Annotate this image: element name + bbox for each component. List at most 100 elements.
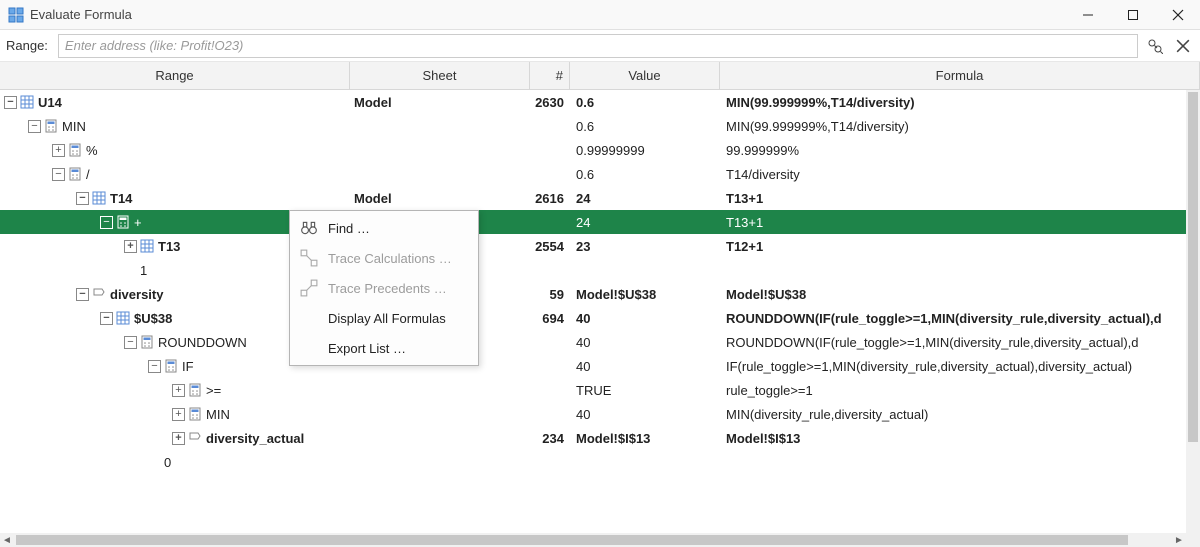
find-icon[interactable]	[1144, 35, 1166, 57]
calc-icon	[188, 407, 202, 421]
range-input[interactable]	[58, 34, 1138, 58]
range-label: Range:	[6, 38, 48, 53]
calc-icon	[68, 143, 82, 157]
tree-row[interactable]: −diversity59Model!$U$38Model!$U$38	[0, 282, 1186, 306]
tree-row[interactable]: −IF40IF(rule_toggle>=1,MIN(diversity_rul…	[0, 354, 1186, 378]
minimize-button[interactable]	[1065, 0, 1110, 30]
node-label: MIN	[62, 119, 86, 134]
node-label: diversity_actual	[206, 431, 304, 446]
num-cell	[530, 330, 570, 354]
tree-row[interactable]: +>=TRUErule_toggle>=1	[0, 378, 1186, 402]
collapse-toggle[interactable]: −	[52, 168, 65, 181]
sheet-cell	[350, 162, 530, 186]
node-label: %	[86, 143, 98, 158]
ctx-export-list[interactable]: Export List …	[290, 333, 478, 363]
collapse-toggle[interactable]: −	[124, 336, 137, 349]
value-cell: 0.99999999	[570, 138, 720, 162]
sheet-cell: Model	[350, 186, 530, 210]
formula-cell: T12+1	[720, 234, 1186, 258]
ctx-trace-precedents: Trace Precedents …	[290, 273, 478, 303]
node-label: MIN	[206, 407, 230, 422]
num-cell: 2616	[530, 186, 570, 210]
formula-cell: MIN(99.999999%,T14/diversity)	[720, 114, 1186, 138]
maximize-button[interactable]	[1110, 0, 1155, 30]
node-label: T14	[110, 191, 132, 206]
value-cell: 40	[570, 330, 720, 354]
col-num[interactable]: #	[530, 62, 570, 89]
collapse-toggle[interactable]: −	[28, 120, 41, 133]
sheet-cell	[350, 138, 530, 162]
expand-toggle[interactable]: +	[172, 432, 185, 445]
tree-grid[interactable]: −U14Model26300.6MIN(99.999999%,T14/diver…	[0, 90, 1186, 533]
num-cell	[530, 138, 570, 162]
col-range[interactable]: Range	[0, 62, 350, 89]
expand-toggle[interactable]: +	[172, 384, 185, 397]
tree-row[interactable]: +diversity_actual234Model!$I$13Model!$I$…	[0, 426, 1186, 450]
tree-row[interactable]: −/0.6T14/diversity	[0, 162, 1186, 186]
col-sheet[interactable]: Sheet	[350, 62, 530, 89]
col-value[interactable]: Value	[570, 62, 720, 89]
tree-row[interactable]: −$U$3869440ROUNDDOWN(IF(rule_toggle>=1,M…	[0, 306, 1186, 330]
expand-toggle[interactable]: +	[52, 144, 65, 157]
num-cell	[530, 258, 570, 282]
collapse-toggle[interactable]: −	[100, 312, 113, 325]
col-formula[interactable]: Formula	[720, 62, 1200, 89]
tree-row[interactable]: −MIN0.6MIN(99.999999%,T14/diversity)	[0, 114, 1186, 138]
num-cell	[530, 354, 570, 378]
value-cell	[570, 450, 720, 474]
ctx-export-list-label: Export List …	[328, 341, 406, 356]
num-cell	[530, 402, 570, 426]
node-label: U14	[38, 95, 62, 110]
value-cell: TRUE	[570, 378, 720, 402]
tree-row[interactable]: −T14Model261624T13+1	[0, 186, 1186, 210]
close-panel-icon[interactable]	[1172, 35, 1194, 57]
calc-icon	[116, 215, 130, 229]
collapse-toggle[interactable]: −	[100, 216, 113, 229]
grid-icon	[140, 239, 154, 253]
formula-cell	[720, 450, 1186, 474]
tree-row[interactable]: +MIN40MIN(diversity_rule,diversity_actua…	[0, 402, 1186, 426]
value-cell: Model!$U$38	[570, 282, 720, 306]
collapse-toggle[interactable]: −	[4, 96, 17, 109]
expand-toggle[interactable]: +	[172, 408, 185, 421]
ctx-trace-calc-label: Trace Calculations …	[328, 251, 452, 266]
tree-row[interactable]: 1	[0, 258, 1186, 282]
context-menu: Find … Trace Calculations … Trace Preced…	[289, 210, 479, 366]
num-cell	[530, 450, 570, 474]
tree-row[interactable]: +T13255423T12+1	[0, 234, 1186, 258]
node-label: ROUNDDOWN	[158, 335, 247, 350]
calc-icon	[68, 167, 82, 181]
collapse-toggle[interactable]: −	[148, 360, 161, 373]
tree-row[interactable]: −+24T13+1	[0, 210, 1186, 234]
formula-cell: T13+1	[720, 210, 1186, 234]
expand-toggle[interactable]: +	[124, 240, 137, 253]
horizontal-scrollbar[interactable]: ◄►	[0, 533, 1186, 547]
formula-cell	[720, 258, 1186, 282]
tree-row[interactable]: −ROUNDDOWN40ROUNDDOWN(IF(rule_toggle>=1,…	[0, 330, 1186, 354]
calc-icon	[140, 335, 154, 349]
value-cell: 24	[570, 186, 720, 210]
blank-icon	[300, 339, 318, 357]
node-label: +	[134, 215, 142, 230]
tree-row[interactable]: +% 0.9999999999.999999%	[0, 138, 1186, 162]
ctx-find-label: Find …	[328, 221, 370, 236]
num-cell: 2554	[530, 234, 570, 258]
sheet-cell	[350, 114, 530, 138]
tree-row[interactable]: 0	[0, 450, 1186, 474]
vertical-scrollbar[interactable]	[1186, 90, 1200, 533]
num-cell: 59	[530, 282, 570, 306]
node-label: T13	[158, 239, 180, 254]
tree-row[interactable]: −U14Model26300.6MIN(99.999999%,T14/diver…	[0, 90, 1186, 114]
collapse-toggle[interactable]: −	[76, 288, 89, 301]
grid-icon	[116, 311, 130, 325]
sheet-cell	[350, 378, 530, 402]
ctx-find[interactable]: Find …	[290, 213, 478, 243]
formula-cell: 99.999999%	[720, 138, 1186, 162]
node-label: 0	[164, 455, 171, 470]
num-cell: 694	[530, 306, 570, 330]
collapse-toggle[interactable]: −	[76, 192, 89, 205]
formula-cell: MIN(diversity_rule,diversity_actual)	[720, 402, 1186, 426]
node-label: diversity	[110, 287, 163, 302]
ctx-display-all[interactable]: Display All Formulas	[290, 303, 478, 333]
close-button[interactable]	[1155, 0, 1200, 30]
